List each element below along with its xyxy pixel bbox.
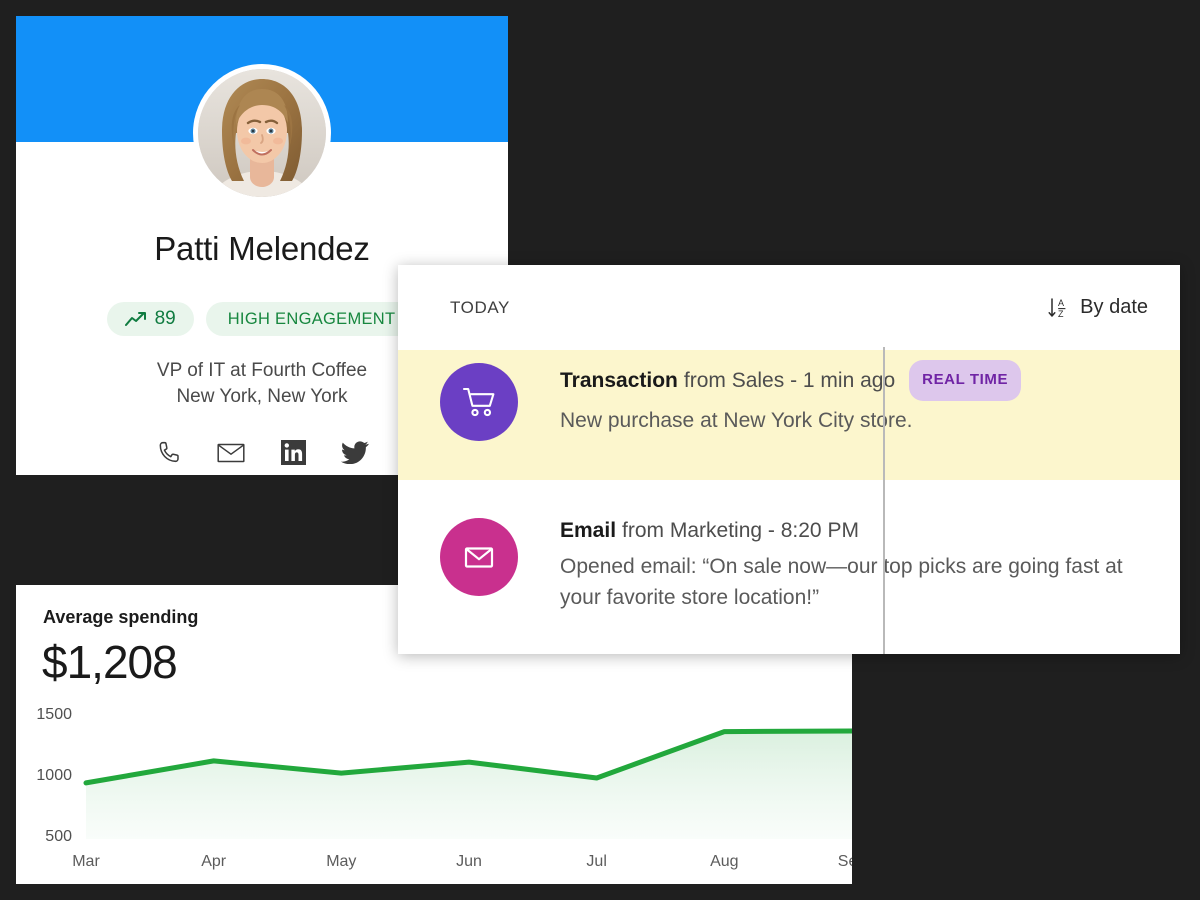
chart-x-tick: May (326, 853, 357, 870)
timeline-rail (883, 347, 885, 654)
profile-name: Patti Melendez (154, 230, 370, 267)
timeline-item-type: Email (560, 519, 617, 542)
timeline-item-meta: from Sales - 1 min ago (683, 368, 896, 392)
linkedin-icon[interactable] (279, 438, 307, 466)
phone-icon[interactable] (155, 438, 183, 466)
chart-y-tick: 1000 (36, 767, 72, 784)
envelope-icon (440, 518, 518, 596)
activity-timeline-card: TODAY A Z By date Transaction from Sales… (398, 265, 1180, 654)
spending-line-chart: 500 1000 1500 Mar Apr May Jun Jul Aug Sep (16, 705, 852, 884)
chart-x-tick: Jul (586, 853, 607, 870)
timeline-item-body: Transaction from Sales - 1 min ago REAL … (560, 360, 1160, 436)
engagement-score-value: 89 (154, 308, 176, 329)
email-icon[interactable] (217, 438, 245, 466)
screenshot-canvas: Patti Melendez 89 HIGH ENGAGEMENT VP of … (0, 0, 1200, 900)
chart-x-tick: Jun (456, 853, 482, 870)
avatar (193, 64, 331, 202)
chart-x-tick: Apr (201, 853, 227, 870)
chart-y-tick: 1500 (36, 706, 72, 723)
timeline-item-type: Transaction (560, 368, 678, 392)
chart-y-tick: 500 (45, 828, 72, 845)
chart-card-title: Average spending (43, 607, 199, 627)
timeline-item-meta: from Marketing - 8:20 PM (622, 519, 859, 542)
timeline-item-description: Opened email: “On sale now—our top picks… (560, 555, 1123, 609)
sort-az-descending-icon: A Z (1047, 296, 1071, 320)
timeline-item-email[interactable]: Email from Marketing - 8:20 PM Opened em… (398, 505, 1180, 635)
twitter-icon[interactable] (341, 438, 369, 466)
timeline-group-label: TODAY (450, 297, 510, 317)
chart-kpi-value: $1,208 (42, 636, 178, 688)
chart-x-tick: Aug (710, 853, 739, 870)
chart-x-tick: Sep (837, 853, 852, 870)
engagement-score-badge: 89 (106, 302, 194, 336)
timeline-item-transaction[interactable]: Transaction from Sales - 1 min ago REAL … (398, 350, 1180, 480)
timeline-header: TODAY A Z By date (398, 265, 1180, 350)
timeline-item-title: Transaction from Sales - 1 min ago REAL … (560, 360, 1160, 401)
chart-x-tick: Mar (72, 853, 100, 870)
svg-text:Z: Z (1058, 309, 1064, 319)
timeline-item-title: Email from Marketing - 8:20 PM (560, 515, 1160, 547)
timeline-item-description: New purchase at New York City store. (560, 409, 913, 432)
sort-by-date-control[interactable]: A Z By date (1047, 296, 1148, 320)
avatar-photo (198, 69, 326, 197)
engagement-level-badge: HIGH ENGAGEMENT (205, 302, 418, 336)
svg-text:A: A (1058, 298, 1064, 308)
trend-up-icon (124, 311, 147, 327)
real-time-badge: REAL TIME (909, 360, 1022, 401)
timeline-item-body: Email from Marketing - 8:20 PM Opened em… (560, 515, 1160, 613)
sort-by-date-label: By date (1080, 296, 1148, 318)
shopping-cart-icon (440, 363, 518, 441)
